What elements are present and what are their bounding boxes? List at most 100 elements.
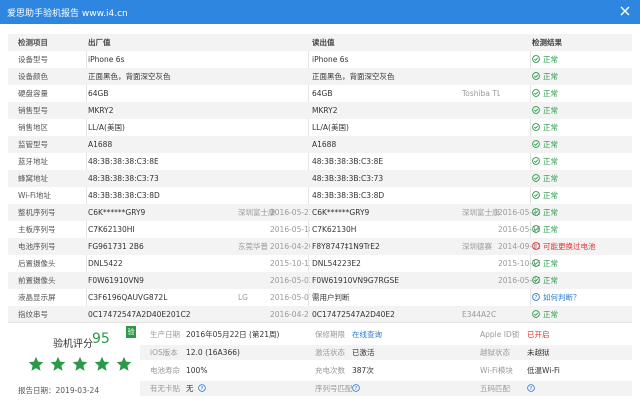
score-box: 验机评分 95 验 报告日期：2019-03-24 bbox=[8, 323, 138, 401]
check-circle-icon bbox=[532, 259, 540, 267]
info-row: 生产日期 2016年05月22日 (第21周) 保修期限 在线查询 Apple ID锁已… bbox=[140, 327, 632, 342]
info-row: 有无卡贴无? 序列号匹配? 五码匹配? bbox=[140, 381, 632, 396]
inspection-table: 检测项目 出厂值 读出值 检测结果 设备型号 iPhone 6s iPhone 6s… bbox=[8, 34, 632, 323]
row-item: 整机序列号 bbox=[18, 208, 56, 217]
row-item: 硬盘容量 bbox=[18, 89, 48, 98]
row-result-label: 正常 bbox=[543, 123, 558, 132]
report-date-label: 报告日期： bbox=[18, 386, 56, 395]
table-row: 销售型号 MKRY2 MKRY2 正常 bbox=[8, 102, 632, 119]
row-result: 正常 bbox=[532, 68, 628, 85]
close-icon[interactable] bbox=[618, 4, 632, 18]
info-label: 有无卡贴 bbox=[150, 384, 180, 393]
header-result: 检测结果 bbox=[532, 38, 562, 47]
table-row: 电池序列号 FG961731 2B6 东莞华普 2016-04-20 F8Y8747‡1… bbox=[8, 238, 632, 255]
table-row: 蓝牙地址 48:3B:38:38:C3:8E 48:3B:38:3B:C3:8E 正常 bbox=[8, 153, 632, 170]
row-item: 主板序列号 bbox=[18, 225, 56, 234]
row-item: 后置摄像头 bbox=[18, 259, 56, 268]
help-icon[interactable]: ? bbox=[198, 384, 206, 392]
info-value: 未越狱 bbox=[527, 348, 550, 357]
info-label: 保修期限 bbox=[315, 330, 345, 339]
row-factory-value: DNL5422 bbox=[88, 259, 123, 268]
info-label: 生产日期 bbox=[150, 330, 180, 339]
device-info-grid: 生产日期 2016年05月22日 (第21周) 保修期限 在线查询 Apple ID锁已… bbox=[140, 323, 632, 401]
svg-text:?: ? bbox=[355, 386, 358, 392]
row-result: 正常 bbox=[532, 51, 628, 68]
table-row: 指纹串号 0C17472547A2D40E201C2 2016-04-21 0C174… bbox=[8, 306, 632, 323]
table-row: 整机序列号 C6K******GRY9 深圳富士康 2016-05-22 C6K****… bbox=[8, 204, 632, 221]
row-result: 正常 bbox=[532, 136, 628, 153]
row-result-label: 正常 bbox=[543, 225, 558, 234]
rating-stars bbox=[28, 356, 138, 372]
svg-text:?: ? bbox=[535, 295, 538, 301]
row-tested-source: E344A2C bbox=[462, 310, 497, 319]
table-row: 设备型号 iPhone 6s iPhone 6s 正常 bbox=[8, 51, 632, 68]
info-label: 序列号匹配 bbox=[315, 384, 353, 393]
question-circle-icon: ? bbox=[532, 293, 540, 301]
info-value: 低温Wi-Fi bbox=[527, 366, 560, 375]
row-item: 蜂窝地址 bbox=[18, 174, 48, 183]
row-factory-date: 2015-10-13 bbox=[270, 259, 310, 268]
row-item: 前置摄像头 bbox=[18, 276, 56, 285]
row-tested-value: F8Y8747‡1N9TrE2 bbox=[312, 242, 380, 251]
row-factory-value: FG961731 2B6 bbox=[88, 242, 144, 251]
row-item: 设备颜色 bbox=[18, 72, 48, 81]
row-result-label: 可能更换过电池 bbox=[543, 242, 596, 251]
row-result[interactable]: ? 如何判断？ bbox=[532, 289, 628, 306]
table-row: 液晶显示屏 C3F6196QAUVG872L LG 2016-05-07 需用户判断? 如… bbox=[8, 289, 632, 306]
row-item: Wi-Fi地址 bbox=[18, 191, 51, 200]
table-row: 后置摄像头 DNL5422 2015-10-13 DNL54223E2 2015-10-… bbox=[8, 255, 632, 272]
info-value[interactable]: 在线查询 bbox=[352, 327, 382, 342]
window-title: 爱思助手验机报告 www.i4.cn bbox=[7, 9, 128, 19]
row-item: 销售地区 bbox=[18, 123, 48, 132]
row-factory-value: iPhone 6s bbox=[88, 55, 125, 64]
row-item: 设备型号 bbox=[18, 55, 48, 64]
row-tested-value: C7K62130H bbox=[312, 225, 357, 234]
row-item: 电池序列号 bbox=[18, 242, 56, 251]
row-factory-value: C6K******GRY9 bbox=[88, 208, 146, 217]
row-result-label: 正常 bbox=[543, 157, 558, 166]
check-circle-icon bbox=[532, 191, 540, 199]
row-factory-date: 2016-04-21 bbox=[270, 310, 310, 319]
row-tested-value: 48:3B:38:3B:C3:73 bbox=[312, 174, 384, 183]
row-factory-date: 2016-05-22 bbox=[270, 208, 310, 217]
row-tested-source: 深圳富士康 bbox=[462, 208, 500, 217]
check-circle-icon bbox=[532, 157, 540, 165]
row-tested-value: 64GB bbox=[312, 89, 333, 98]
star-icon bbox=[28, 356, 44, 371]
table-header-row: 检测项目 出厂值 读出值 检测结果 bbox=[8, 34, 632, 51]
verified-badge: 验 bbox=[126, 326, 136, 338]
info-row: iOS版本 12.0 (16A366) 激活状态 已激活 越狱状态 未越狱 bbox=[140, 345, 632, 360]
check-circle-icon bbox=[532, 89, 540, 97]
row-factory-value: 0C17472547A2D40E201C2 bbox=[88, 310, 191, 319]
table-row: 设备颜色 正面黑色，背面深空灰色 正面黑色，背面深空灰色 正常 bbox=[8, 68, 632, 85]
row-result: 正常 bbox=[532, 170, 628, 187]
row-tested-value: 48:3B:38:3B:C3:8D bbox=[312, 191, 385, 200]
row-result-label: 正常 bbox=[543, 310, 558, 319]
row-tested-source: 深圳德赛 bbox=[462, 242, 492, 251]
row-result: 正常 bbox=[532, 221, 628, 238]
row-tested-value: LL/A(美国) bbox=[312, 123, 349, 132]
info-label: 五码匹配 bbox=[480, 384, 510, 393]
row-factory-value: LL/A(美国) bbox=[88, 123, 125, 132]
info-value: 12.0 (16A366) bbox=[186, 348, 240, 357]
row-item: 监管型号 bbox=[18, 140, 48, 149]
check-circle-icon bbox=[532, 276, 540, 284]
table-row: 销售地区 LL/A(美国) LL/A(美国) 正常 bbox=[8, 119, 632, 136]
table-row: 主板序列号 C7K62130HI 2016-05-18 C7K62130H 2016-0… bbox=[8, 221, 632, 238]
info-value: 已开启 bbox=[527, 330, 550, 339]
row-item: 蓝牙地址 bbox=[18, 157, 48, 166]
table-row: Wi-Fi地址 48:3B:38:38:C3:8D 48:3B:38:3B:C3:8… bbox=[8, 187, 632, 204]
star-icon bbox=[50, 356, 66, 371]
row-factory-date: 2016-04-20 bbox=[270, 242, 310, 251]
help-icon[interactable]: ? bbox=[527, 384, 535, 392]
info-value: 无 bbox=[186, 384, 194, 393]
row-factory-value: 48:3B:38:38:C3:73 bbox=[88, 174, 159, 183]
star-icon bbox=[94, 356, 110, 371]
row-item: 指纹串号 bbox=[18, 310, 48, 319]
row-factory-date: 2016-05-02 bbox=[270, 276, 310, 285]
info-label: Wi-Fi模块 bbox=[480, 366, 513, 375]
help-icon[interactable]: ? bbox=[352, 384, 360, 392]
info-row: 电池寿命 100% 充电次数 387次 Wi-Fi模块 低温Wi-Fi bbox=[140, 363, 632, 378]
row-factory-date: 2016-05-07 bbox=[270, 293, 310, 302]
row-result-label[interactable]: 如何判断？ bbox=[543, 293, 581, 302]
